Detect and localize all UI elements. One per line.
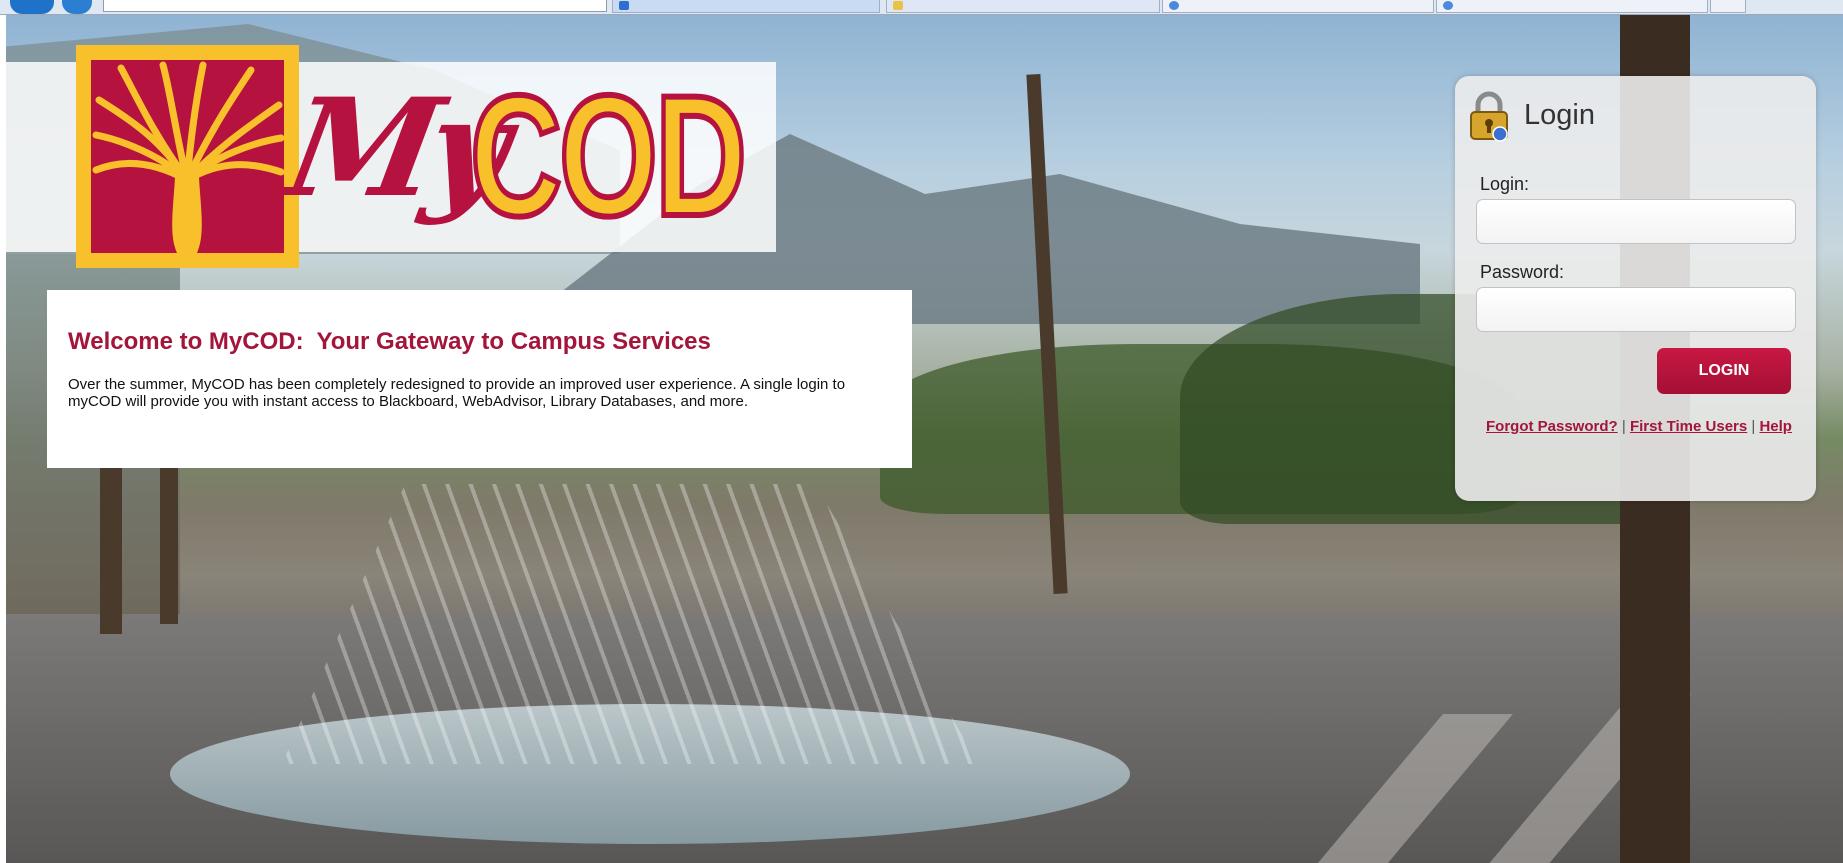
browser-tab[interactable] [612,0,880,13]
login-button[interactable]: LOGIN [1657,348,1791,394]
tab-favicon-icon [1169,1,1179,10]
new-tab-button[interactable] [1710,0,1746,13]
padlock-icon [1470,91,1508,142]
login-links: Forgot Password? | First Time Users | He… [1486,418,1792,435]
tab-favicon-icon [619,1,629,10]
login-field[interactable] [1476,199,1796,244]
browser-chrome [0,0,1843,15]
browser-tab[interactable] [886,0,1160,13]
address-bar[interactable] [103,0,607,12]
back-button[interactable] [10,0,54,14]
forward-button[interactable] [62,0,92,14]
browser-tab[interactable] [1162,0,1434,13]
link-separator: | [1751,418,1756,435]
forgot-password-link[interactable]: Forgot Password? [1486,418,1618,435]
tab-favicon-icon [1443,1,1453,10]
first-time-users-link[interactable]: First Time Users [1630,418,1747,435]
tab-favicon-icon [893,1,903,10]
browser-tab[interactable] [1436,0,1708,13]
help-link[interactable]: Help [1759,418,1792,435]
welcome-heading: Welcome to MyCOD: Your Gateway to Campus… [68,328,711,355]
logo-cod-text: COD [468,60,749,252]
mycod-wordmark: My COD [276,58,749,268]
login-panel: Login Login: Password: LOGIN Forgot Pass… [1455,76,1816,501]
welcome-body: Over the summer, MyCOD has been complete… [68,376,846,410]
cod-palm-logo-icon [76,45,299,268]
password-label: Password: [1480,262,1565,282]
welcome-panel: Welcome to MyCOD: Your Gateway to Campus… [47,290,912,468]
password-field[interactable] [1476,287,1796,332]
login-label: Login: [1480,174,1530,194]
login-title: Login [1524,99,1595,131]
link-separator: | [1621,418,1626,435]
